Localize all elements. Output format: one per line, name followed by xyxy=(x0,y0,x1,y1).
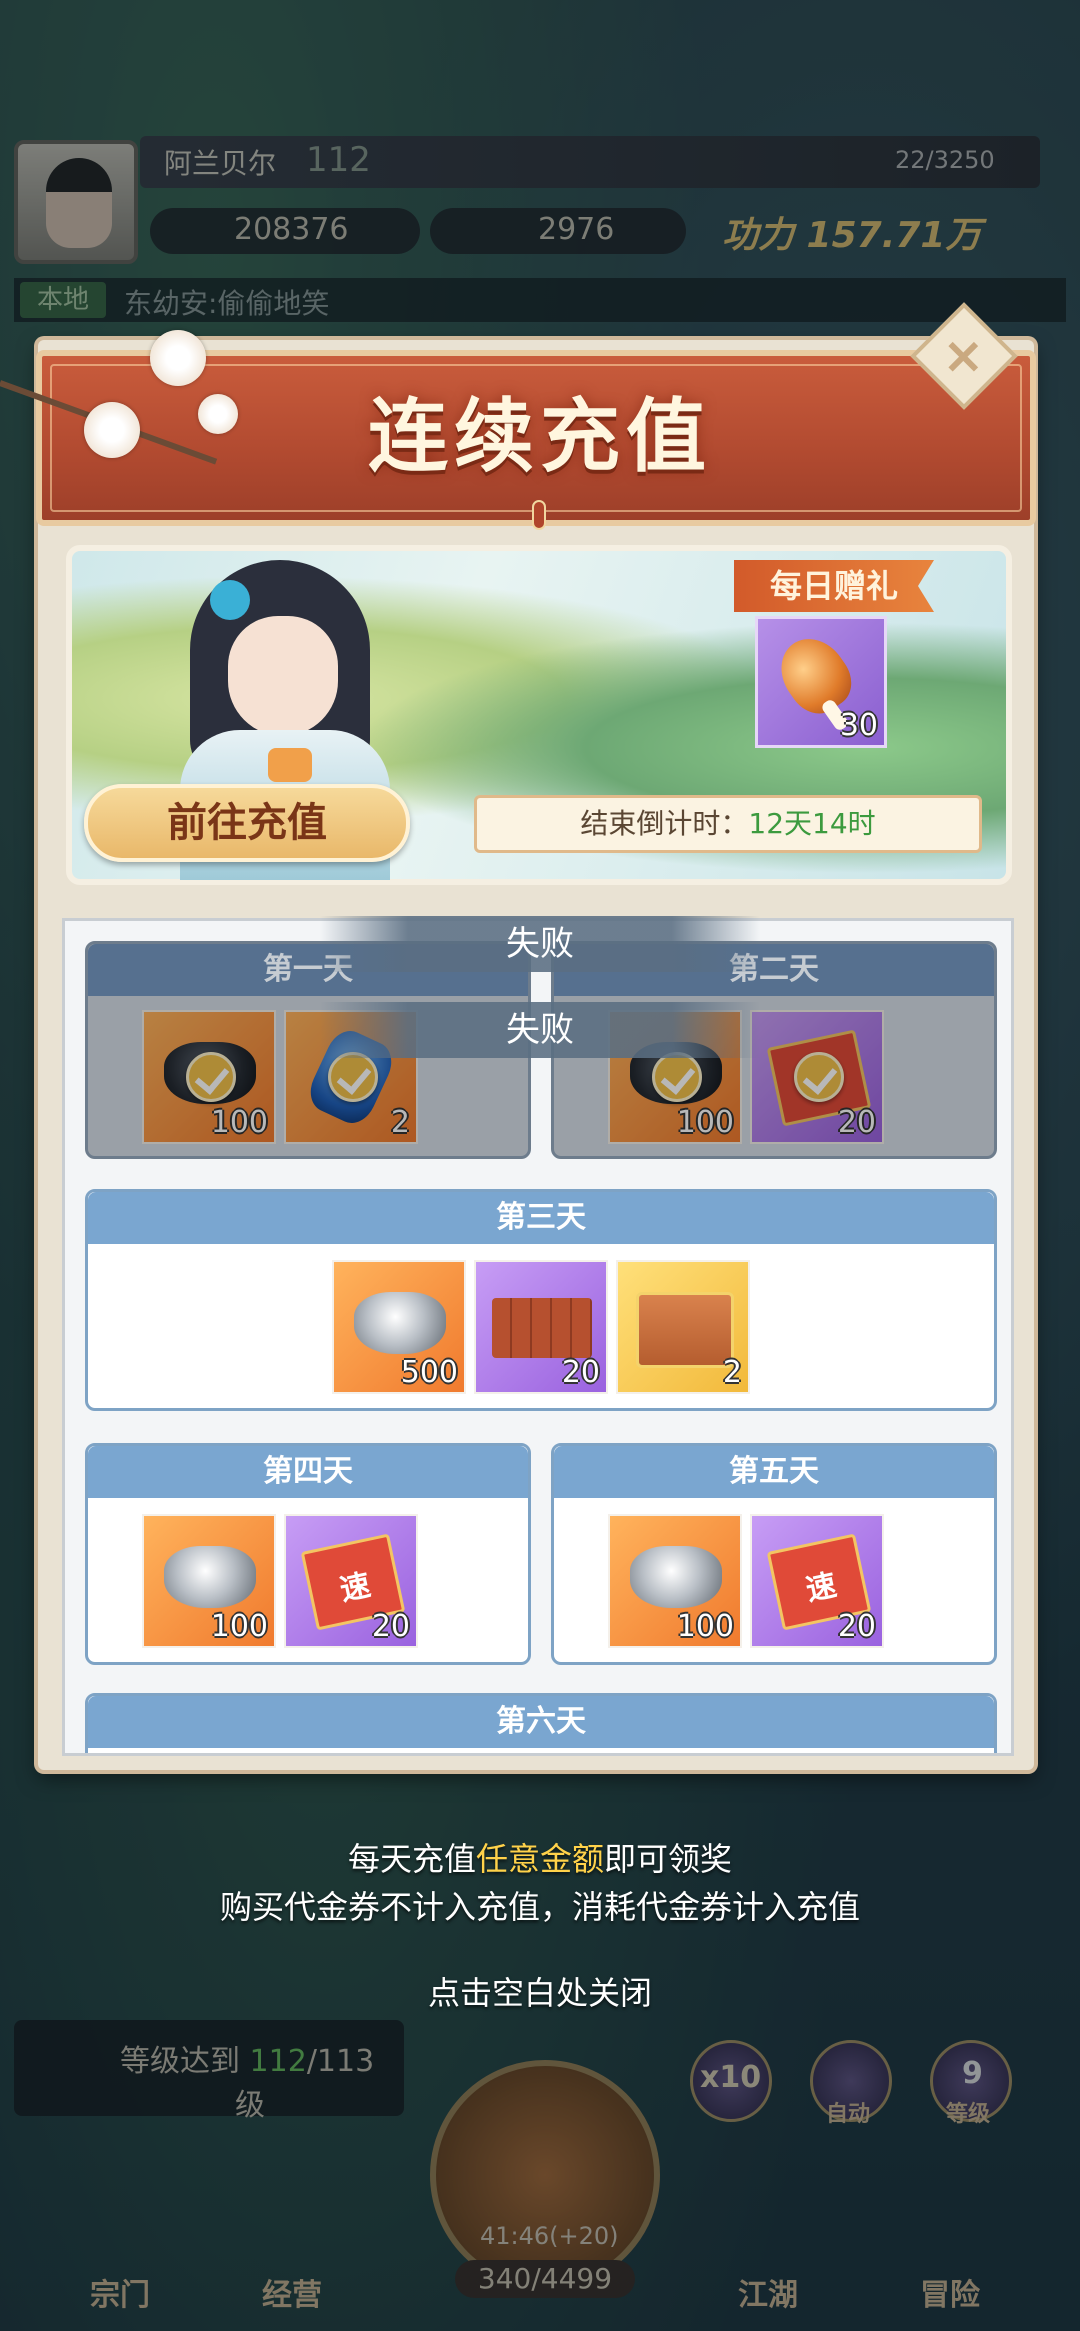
claimed-check-icon xyxy=(794,1052,844,1102)
reward-item[interactable]: 速 20 xyxy=(750,1010,884,1144)
reward-item[interactable]: 100 xyxy=(142,1010,276,1144)
reward-item[interactable]: 100 xyxy=(608,1514,742,1648)
item-qty: 500 xyxy=(400,1355,458,1390)
day-label: 第四天 xyxy=(88,1446,528,1498)
ticket-glyph: 速 xyxy=(337,1567,374,1609)
countdown-value: 12天14时 xyxy=(748,807,876,840)
daily-gift-tag: 每日赠礼 xyxy=(734,560,934,612)
recharge-hint: 每天充值任意金额即可领奖 xyxy=(347,1840,733,1878)
day-label: 第六天 xyxy=(88,1696,994,1748)
reward-item[interactable]: 速 20 xyxy=(284,1514,418,1648)
reward-item[interactable]: 速 20 xyxy=(750,1514,884,1648)
item-qty: 2 xyxy=(722,1355,742,1390)
item-qty: 2 xyxy=(390,1105,410,1140)
day-card-4: 第四天 100 速 20 xyxy=(85,1443,531,1665)
daily-gift-item[interactable]: 30 xyxy=(755,616,887,748)
silver-ingot-icon xyxy=(354,1292,446,1354)
silver-ingot-icon xyxy=(630,1546,722,1608)
reward-item[interactable]: 100 xyxy=(142,1514,276,1648)
toast-message: 失败 xyxy=(320,1002,760,1058)
item-qty: 20 xyxy=(561,1355,600,1390)
close-hint[interactable]: 点击空白处关闭 xyxy=(0,1968,1080,2014)
item-qty: 100 xyxy=(676,1609,734,1644)
countdown-label: 结束倒计时： xyxy=(580,807,749,840)
claimed-check-icon xyxy=(186,1052,236,1102)
item-qty: 20 xyxy=(371,1609,410,1644)
item-qty: 100 xyxy=(676,1105,734,1140)
countdown-box: 结束倒计时：12天14时 xyxy=(474,795,982,853)
pin-decoration xyxy=(532,500,546,530)
ticket-glyph: 速 xyxy=(803,1567,840,1609)
modal-title: 连续充值 xyxy=(368,389,712,483)
day-card-5: 第五天 100 速 20 xyxy=(551,1443,997,1665)
day-card-6: 第六天 xyxy=(85,1693,997,1753)
day-label: 第五天 xyxy=(554,1446,994,1498)
day-label: 第三天 xyxy=(88,1192,994,1244)
claimed-check-icon xyxy=(652,1052,702,1102)
silver-ingot-icon xyxy=(164,1546,256,1608)
bricks-icon xyxy=(492,1298,592,1358)
item-qty: 20 xyxy=(837,1609,876,1644)
item-qty: 20 xyxy=(837,1105,876,1140)
reward-item[interactable]: 2 xyxy=(616,1260,750,1394)
treasure-chest-icon xyxy=(636,1292,734,1368)
day-card-3: 第三天 500 20 2 xyxy=(85,1189,997,1411)
reward-item[interactable]: 20 xyxy=(474,1260,608,1394)
item-qty: 100 xyxy=(210,1609,268,1644)
toast-message: 失败 xyxy=(320,916,760,972)
go-recharge-button[interactable]: 前往充值 xyxy=(84,784,410,862)
daily-gift-qty: 30 xyxy=(839,708,878,743)
voucher-note: 购买代金券不计入充值，消耗代金券计入充值 xyxy=(219,1888,860,1926)
reward-item[interactable]: 500 xyxy=(332,1260,466,1394)
claimed-check-icon xyxy=(328,1052,378,1102)
item-qty: 100 xyxy=(210,1105,268,1140)
